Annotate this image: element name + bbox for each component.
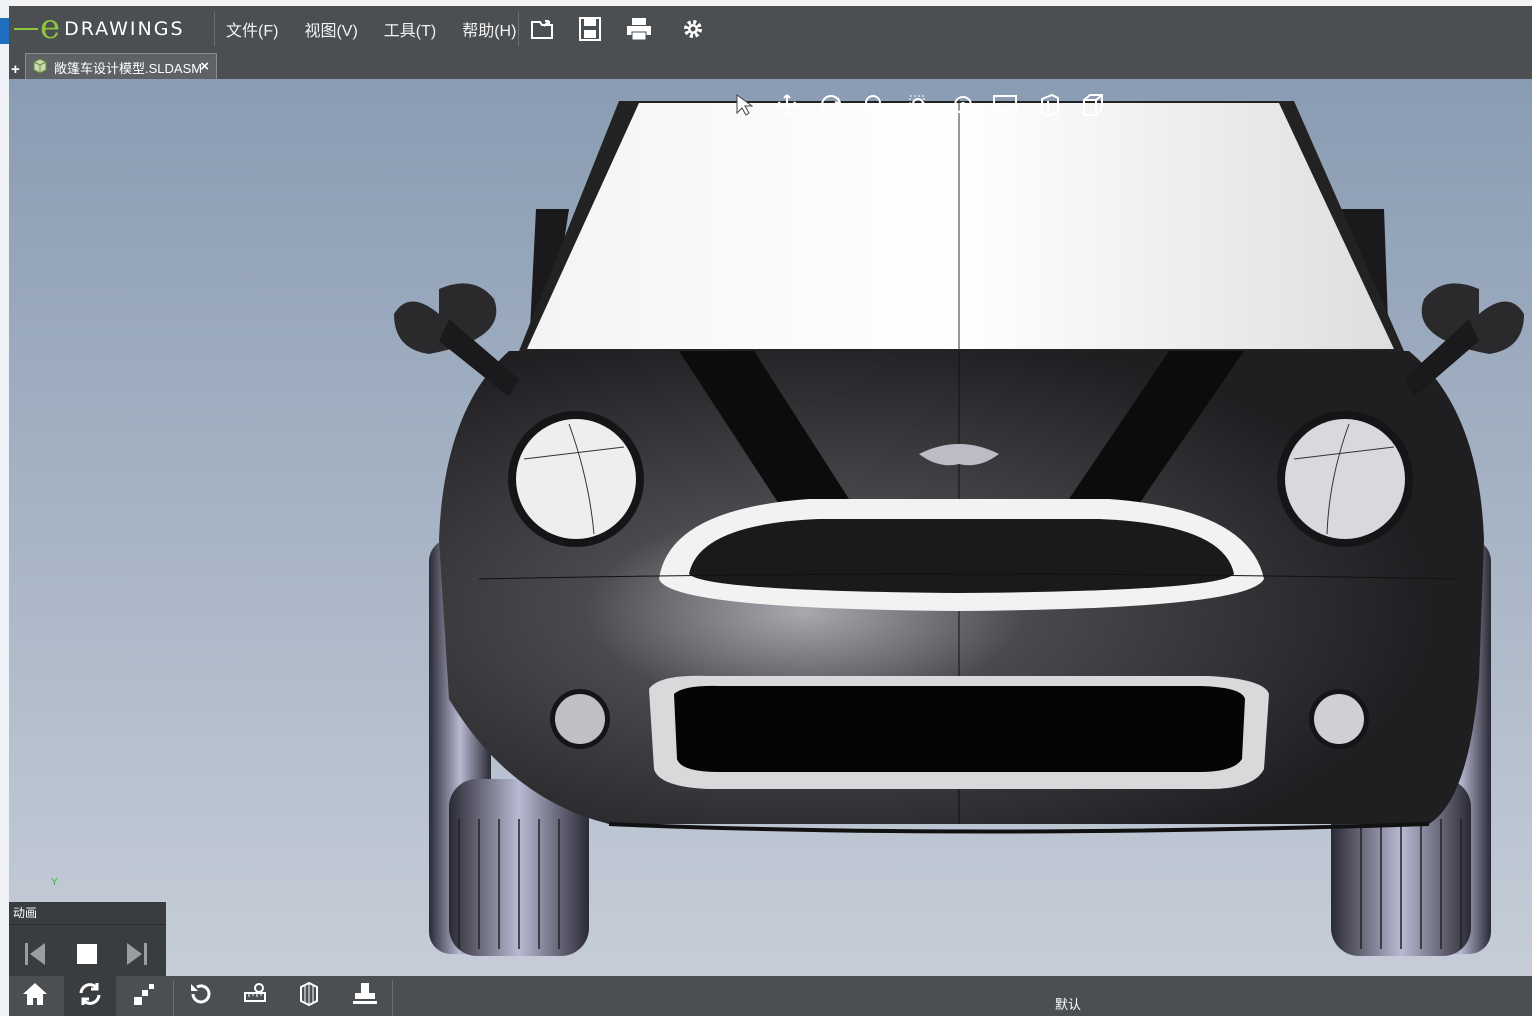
stop-icon[interactable] [69, 936, 105, 972]
bottom-toolbar: 默认 [9, 976, 1532, 1016]
view-orientation-icon[interactable] [1073, 87, 1117, 123]
reset-icon[interactable] [175, 976, 227, 1016]
animation-panel: 动画 [9, 902, 166, 976]
zoom-to-fit-icon[interactable] [853, 87, 897, 123]
settings-gear-icon[interactable] [678, 14, 708, 44]
display-style-icon[interactable] [985, 87, 1029, 123]
document-tab-label: 敞篷车设计模型.SLDASM [54, 60, 203, 76]
assembly-icon [32, 57, 48, 77]
zoom-to-area-icon[interactable] [897, 87, 941, 123]
menu-view[interactable]: 视图(V) [304, 17, 357, 41]
new-tab-plus[interactable]: + [11, 62, 22, 77]
left-strip-accent [0, 18, 9, 44]
3d-viewport[interactable]: Y [9, 79, 1532, 976]
car-model-render [394, 99, 1524, 956]
menu-file[interactable]: 文件(F) [226, 17, 278, 41]
explode-steps-icon[interactable] [119, 976, 171, 1016]
logo-line [14, 27, 38, 30]
rotate-icon[interactable] [809, 87, 853, 123]
close-tab-icon[interactable]: × [200, 58, 209, 75]
left-window-strip [0, 0, 9, 1016]
edrawings-logo: e DRAWINGS [14, 6, 214, 51]
heads-up-view-toolbar [721, 87, 1117, 123]
measure-icon[interactable] [229, 976, 281, 1016]
rotate-animate-icon[interactable] [64, 976, 116, 1016]
zoom-icon[interactable] [941, 87, 985, 123]
configuration-label[interactable]: 默认 [1055, 994, 1081, 1013]
section-view-icon[interactable] [1029, 87, 1073, 123]
document-tab[interactable]: 敞篷车设计模型.SLDASM × [25, 53, 217, 80]
save-icon[interactable] [575, 14, 605, 44]
print-icon[interactable] [624, 14, 654, 44]
stamp-icon[interactable] [339, 976, 391, 1016]
home-icon[interactable] [9, 976, 61, 1016]
menu-tools[interactable]: 工具(T) [384, 17, 436, 41]
select-arrow-icon[interactable] [721, 87, 765, 123]
section-icon[interactable] [283, 976, 335, 1016]
menu-help[interactable]: 帮助(H) [462, 17, 516, 41]
triad-y-label: Y [51, 877, 58, 888]
next-frame-icon[interactable] [119, 936, 155, 972]
bottom-toolbar-separator [392, 980, 393, 1016]
pan-icon[interactable] [765, 87, 809, 123]
document-tab-row: + 敞篷车设计模型.SLDASM × [9, 51, 1532, 80]
main-menu: 文件(F) 视图(V) 工具(T) 帮助(H) [226, 6, 542, 51]
logo-e: e [40, 6, 61, 47]
animation-title: 动画 [9, 902, 166, 925]
menubar-separator [214, 12, 215, 46]
previous-frame-icon[interactable] [17, 936, 53, 972]
menubar-separator [518, 12, 519, 46]
logo-word: DRAWINGS [64, 17, 185, 40]
axis-triad: Y [51, 877, 58, 888]
title-menu-bar: e DRAWINGS 文件(F) 视图(V) 工具(T) 帮助(H) [9, 6, 1532, 51]
open-folder-icon[interactable] [528, 14, 558, 44]
animation-controls [9, 936, 166, 972]
bottom-toolbar-separator [173, 980, 174, 1016]
